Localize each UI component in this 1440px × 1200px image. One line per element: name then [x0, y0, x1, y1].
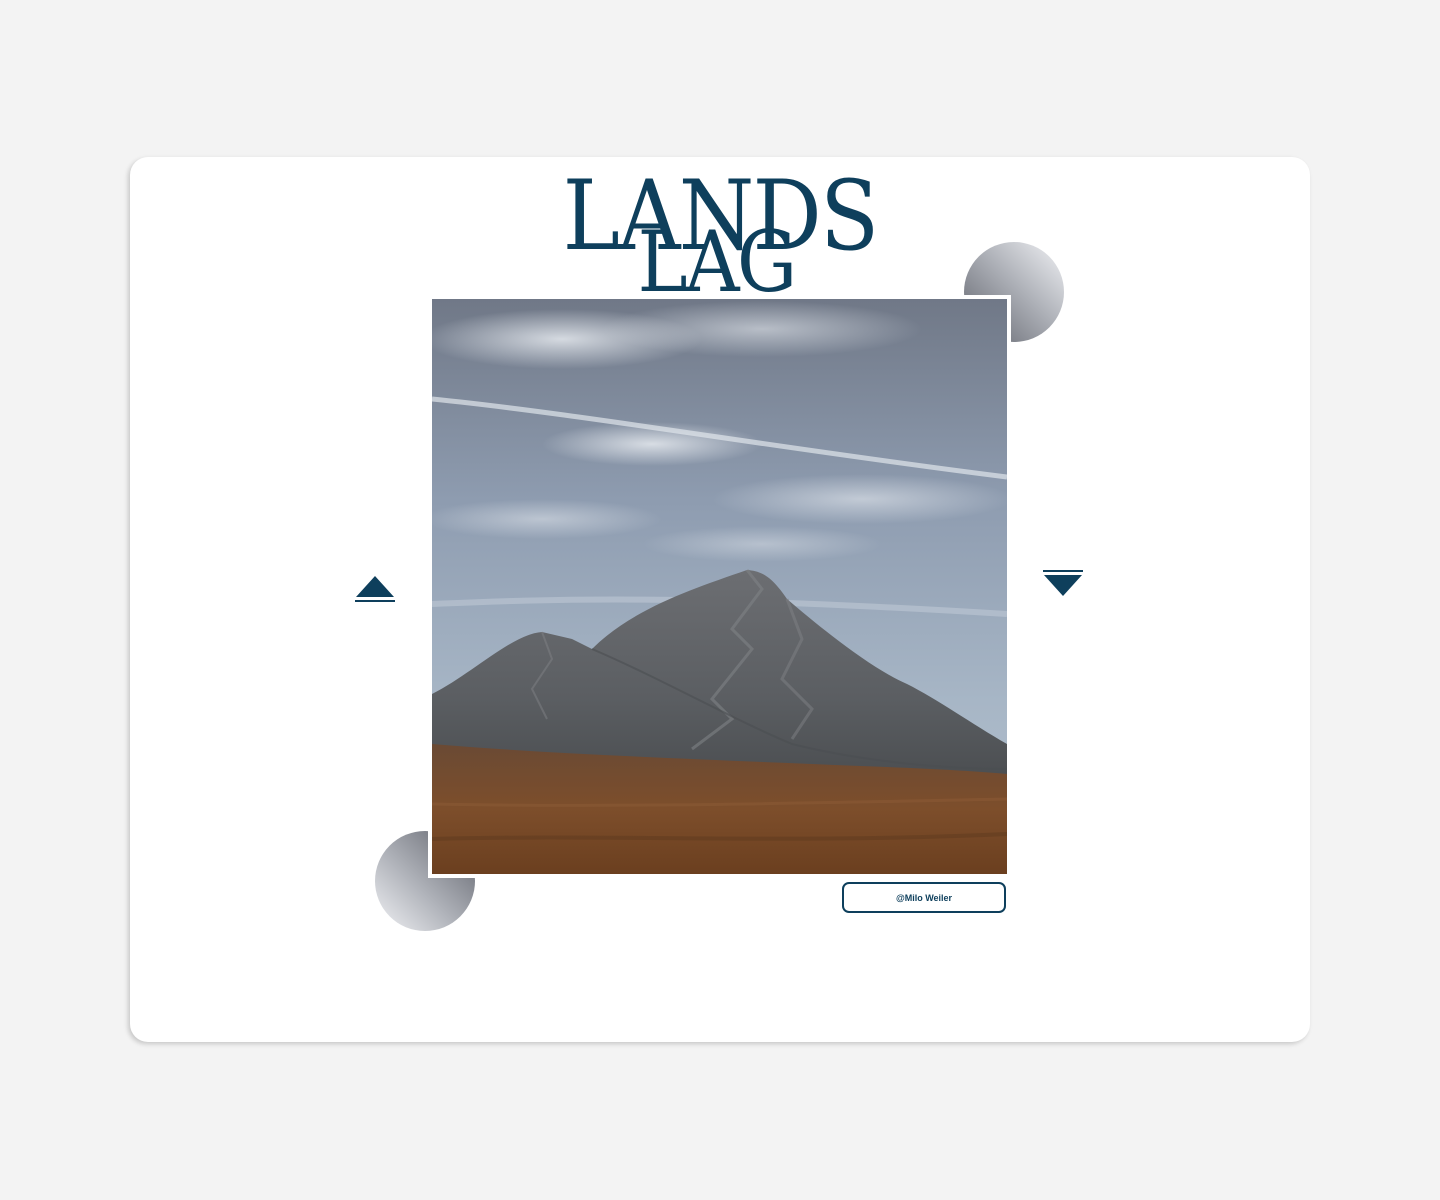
triangle-up-icon[interactable]	[354, 573, 396, 605]
photo-credit-button[interactable]: @Milo Weiler	[842, 882, 1006, 913]
triangle-down-icon[interactable]	[1042, 567, 1084, 599]
landscape-photo	[432, 299, 1007, 874]
photo-credit-label: @Milo Weiler	[895, 892, 953, 903]
